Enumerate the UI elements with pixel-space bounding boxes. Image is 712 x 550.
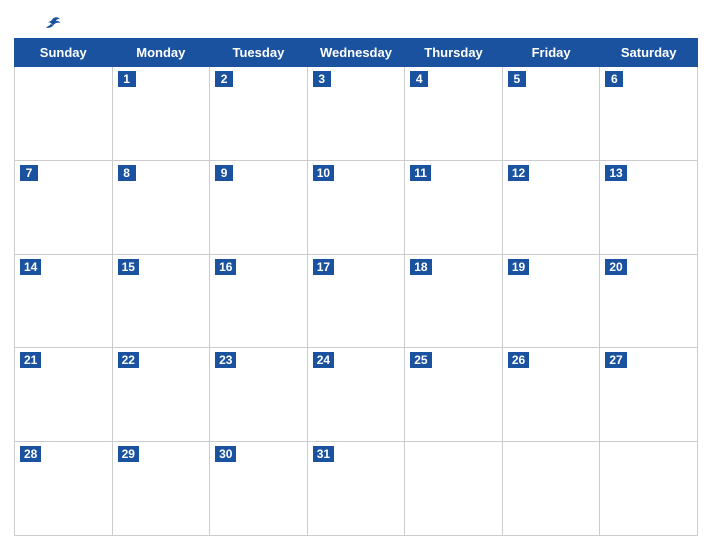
- calendar-week-row: 28 29 30 31: [15, 442, 698, 536]
- calendar-cell: 12: [502, 160, 600, 254]
- calendar-cell: 25: [405, 348, 503, 442]
- day-number: 31: [313, 446, 334, 462]
- calendar-week-row: 1 2 3 4 5 6: [15, 67, 698, 161]
- day-number: 14: [20, 259, 41, 275]
- calendar-cell: 8: [112, 160, 210, 254]
- calendar-cell: 18: [405, 254, 503, 348]
- calendar-cell: 23: [210, 348, 308, 442]
- calendar-cell: 27: [600, 348, 698, 442]
- logo: [14, 16, 94, 30]
- day-number: 19: [508, 259, 529, 275]
- calendar-week-row: 21 22 23 24 25 26 27: [15, 348, 698, 442]
- day-number: 27: [605, 352, 626, 368]
- day-number: 12: [508, 165, 529, 181]
- weekday-header-row: SundayMondayTuesdayWednesdayThursdayFrid…: [15, 39, 698, 67]
- calendar-cell: 29: [112, 442, 210, 536]
- day-number: 11: [410, 165, 431, 181]
- calendar-cell: 9: [210, 160, 308, 254]
- calendar-cell: 26: [502, 348, 600, 442]
- day-number: 16: [215, 259, 236, 275]
- calendar-cell: 10: [307, 160, 405, 254]
- calendar-cell: [600, 442, 698, 536]
- calendar-cell: 11: [405, 160, 503, 254]
- calendar-cell: 14: [15, 254, 113, 348]
- calendar-cell: [405, 442, 503, 536]
- calendar-cell: 30: [210, 442, 308, 536]
- calendar-cell: 24: [307, 348, 405, 442]
- weekday-header-wednesday: Wednesday: [307, 39, 405, 67]
- calendar-cell: 4: [405, 67, 503, 161]
- weekday-header-saturday: Saturday: [600, 39, 698, 67]
- day-number: 18: [410, 259, 431, 275]
- day-number: 13: [605, 165, 626, 181]
- day-number: 10: [313, 165, 334, 181]
- weekday-header-thursday: Thursday: [405, 39, 503, 67]
- calendar-cell: 7: [15, 160, 113, 254]
- day-number: 24: [313, 352, 334, 368]
- day-number: 8: [118, 165, 136, 181]
- calendar-cell: [15, 67, 113, 161]
- calendar-cell: 15: [112, 254, 210, 348]
- day-number: 6: [605, 71, 623, 87]
- day-number: 7: [20, 165, 38, 181]
- calendar-cell: 21: [15, 348, 113, 442]
- calendar-cell: 31: [307, 442, 405, 536]
- day-number: 21: [20, 352, 41, 368]
- calendar-table: SundayMondayTuesdayWednesdayThursdayFrid…: [14, 38, 698, 536]
- calendar-week-row: 14 15 16 17 18 19 20: [15, 254, 698, 348]
- weekday-header-tuesday: Tuesday: [210, 39, 308, 67]
- calendar-cell: 19: [502, 254, 600, 348]
- weekday-header-monday: Monday: [112, 39, 210, 67]
- calendar-cell: 17: [307, 254, 405, 348]
- day-number: 5: [508, 71, 526, 87]
- calendar-cell: [502, 442, 600, 536]
- day-number: 23: [215, 352, 236, 368]
- day-number: 3: [313, 71, 331, 87]
- calendar-cell: 3: [307, 67, 405, 161]
- day-number: 15: [118, 259, 139, 275]
- day-number: 30: [215, 446, 236, 462]
- calendar-cell: 22: [112, 348, 210, 442]
- day-number: 25: [410, 352, 431, 368]
- weekday-header-friday: Friday: [502, 39, 600, 67]
- calendar-cell: 5: [502, 67, 600, 161]
- weekday-header-sunday: Sunday: [15, 39, 113, 67]
- calendar-cell: 2: [210, 67, 308, 161]
- day-number: 9: [215, 165, 233, 181]
- day-number: 29: [118, 446, 139, 462]
- calendar-cell: 16: [210, 254, 308, 348]
- day-number: 4: [410, 71, 428, 87]
- calendar-cell: 13: [600, 160, 698, 254]
- logo-bird-icon: [44, 16, 62, 30]
- day-number: 1: [118, 71, 136, 87]
- day-number: 20: [605, 259, 626, 275]
- day-number: 17: [313, 259, 334, 275]
- calendar-header: [14, 10, 698, 38]
- day-number: 28: [20, 446, 41, 462]
- calendar-cell: 6: [600, 67, 698, 161]
- calendar-cell: 20: [600, 254, 698, 348]
- logo-blue-text: [44, 16, 64, 30]
- calendar-cell: 28: [15, 442, 113, 536]
- calendar-cell: 1: [112, 67, 210, 161]
- day-number: 26: [508, 352, 529, 368]
- day-number: 2: [215, 71, 233, 87]
- day-number: 22: [118, 352, 139, 368]
- calendar-week-row: 7 8 9 10 11 12 13: [15, 160, 698, 254]
